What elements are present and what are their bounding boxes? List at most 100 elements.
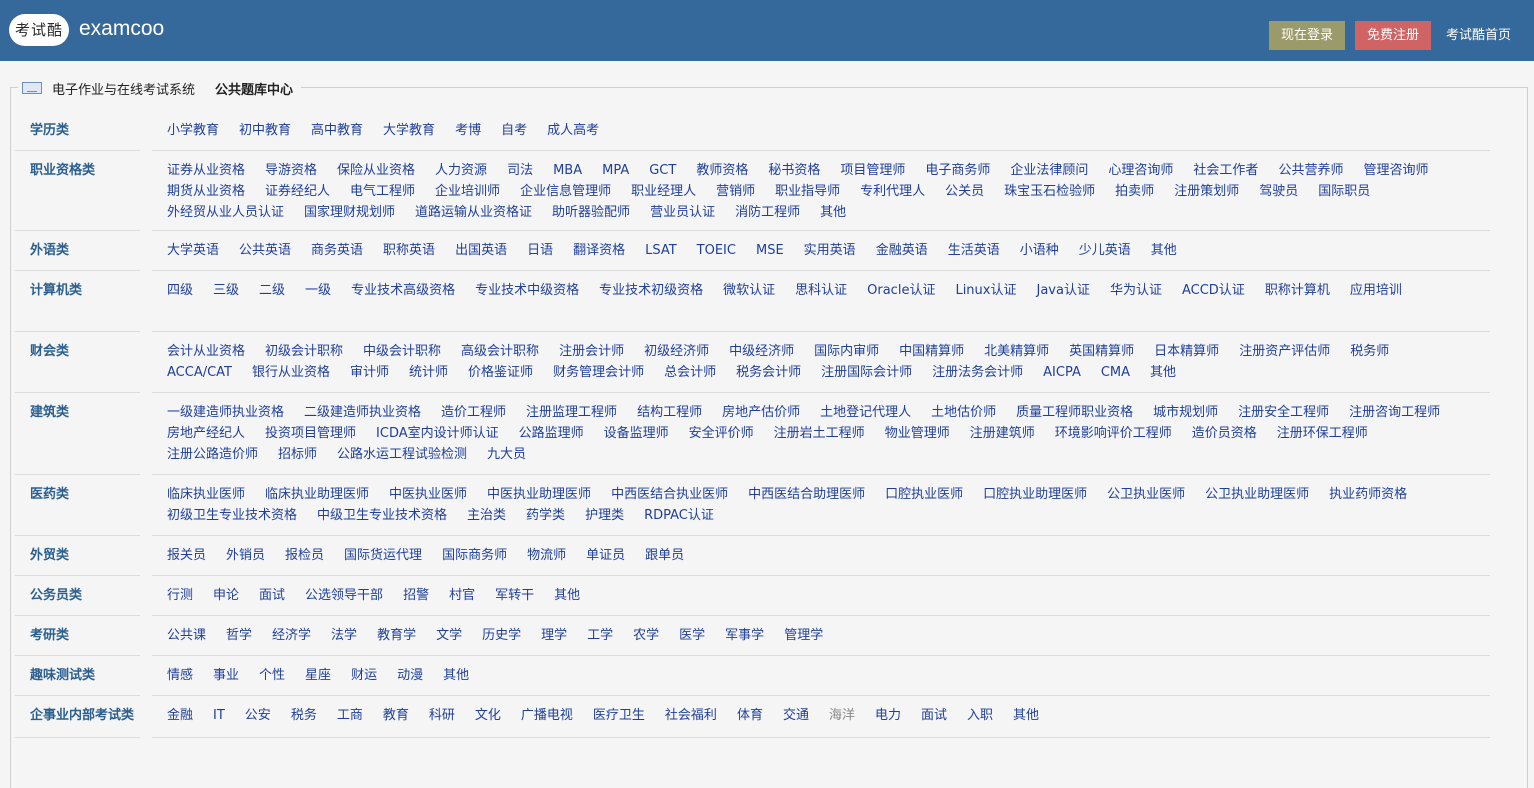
subject-link[interactable]: MPA bbox=[602, 160, 629, 181]
subject-link[interactable]: 安全评价师 bbox=[689, 423, 754, 444]
subject-link[interactable]: 跟单员 bbox=[645, 545, 684, 566]
subject-link[interactable]: 注册安全工程师 bbox=[1238, 402, 1329, 423]
subject-link[interactable]: 出国英语 bbox=[455, 240, 507, 261]
subject-link[interactable]: 电力 bbox=[875, 705, 901, 726]
subject-link[interactable]: 四级 bbox=[167, 280, 193, 301]
subject-link[interactable]: MBA bbox=[553, 160, 582, 181]
register-button[interactable]: 免费注册 bbox=[1355, 21, 1431, 50]
category-name[interactable]: 财会类 bbox=[30, 341, 69, 362]
subject-link[interactable]: 海洋 bbox=[829, 705, 855, 726]
subject-link[interactable]: 注册公路造价师 bbox=[167, 444, 258, 465]
subject-link[interactable]: ACCD认证 bbox=[1182, 280, 1245, 301]
subject-link[interactable]: 税务 bbox=[291, 705, 317, 726]
subject-link[interactable]: 药学类 bbox=[526, 505, 565, 526]
subject-link[interactable]: 专业技术高级资格 bbox=[351, 280, 455, 301]
subject-link[interactable]: 口腔执业医师 bbox=[885, 484, 963, 505]
subject-link[interactable]: 初级会计职称 bbox=[265, 341, 343, 362]
category-name[interactable]: 公务员类 bbox=[30, 585, 82, 606]
subject-link[interactable]: 入职 bbox=[967, 705, 993, 726]
subject-link[interactable]: 应用培训 bbox=[1350, 280, 1402, 301]
subject-link[interactable]: 公卫执业助理医师 bbox=[1205, 484, 1309, 505]
subject-link[interactable]: 事业 bbox=[213, 665, 239, 686]
subject-link[interactable]: 企业信息管理师 bbox=[520, 181, 611, 202]
subject-link[interactable]: 拍卖师 bbox=[1115, 181, 1154, 202]
subject-link[interactable]: 注册会计师 bbox=[559, 341, 624, 362]
subject-link[interactable]: 教师资格 bbox=[696, 160, 748, 181]
subject-link[interactable]: 管理学 bbox=[784, 625, 823, 646]
subject-link[interactable]: 造价工程师 bbox=[441, 402, 506, 423]
subject-link[interactable]: 财务管理会计师 bbox=[553, 362, 644, 383]
subject-link[interactable]: 珠宝玉石检验师 bbox=[1004, 181, 1095, 202]
subject-link[interactable]: 设备监理师 bbox=[604, 423, 669, 444]
subject-link[interactable]: 执业药师资格 bbox=[1329, 484, 1407, 505]
subject-link[interactable]: 军转干 bbox=[495, 585, 534, 606]
subject-link[interactable]: 金融 bbox=[167, 705, 193, 726]
category-name[interactable]: 学历类 bbox=[30, 120, 69, 141]
subject-link[interactable]: 华为认证 bbox=[1110, 280, 1162, 301]
subject-link[interactable]: 一级建造师执业资格 bbox=[167, 402, 284, 423]
category-name[interactable]: 外贸类 bbox=[30, 545, 69, 566]
subject-link[interactable]: 环境影响评价工程师 bbox=[1055, 423, 1172, 444]
subject-link[interactable]: 一级 bbox=[305, 280, 331, 301]
subject-link[interactable]: 项目管理师 bbox=[840, 160, 905, 181]
subject-link[interactable]: 营销师 bbox=[716, 181, 755, 202]
subject-link[interactable]: 面试 bbox=[259, 585, 285, 606]
subject-link[interactable]: 电子商务师 bbox=[925, 160, 990, 181]
subject-link[interactable]: 临床执业医师 bbox=[167, 484, 245, 505]
subject-link[interactable]: 统计师 bbox=[409, 362, 448, 383]
subject-link[interactable]: 注册资产评估师 bbox=[1239, 341, 1330, 362]
subject-link[interactable]: 其他 bbox=[820, 202, 846, 223]
subject-link[interactable]: 会计从业资格 bbox=[167, 341, 245, 362]
subject-link[interactable]: 九大员 bbox=[487, 444, 526, 465]
category-name[interactable]: 医药类 bbox=[30, 484, 69, 505]
subject-link[interactable]: 城市规划师 bbox=[1153, 402, 1218, 423]
subject-link[interactable]: 交通 bbox=[783, 705, 809, 726]
subject-link[interactable]: 中医执业医师 bbox=[389, 484, 467, 505]
subject-link[interactable]: 体育 bbox=[737, 705, 763, 726]
subject-link[interactable]: 文学 bbox=[436, 625, 462, 646]
subject-link[interactable]: 商务英语 bbox=[311, 240, 363, 261]
subject-link[interactable]: 驾驶员 bbox=[1259, 181, 1298, 202]
subject-link[interactable]: 质量工程师职业资格 bbox=[1016, 402, 1133, 423]
subject-link[interactable]: 自考 bbox=[501, 120, 527, 141]
subject-link[interactable]: 小学教育 bbox=[167, 120, 219, 141]
subject-link[interactable]: 个性 bbox=[259, 665, 285, 686]
subject-link[interactable]: 动漫 bbox=[397, 665, 423, 686]
subject-link[interactable]: ICDA室内设计师认证 bbox=[376, 423, 499, 444]
subject-link[interactable]: 理学 bbox=[541, 625, 567, 646]
subject-link[interactable]: 注册咨询工程师 bbox=[1349, 402, 1440, 423]
category-name[interactable]: 外语类 bbox=[30, 240, 69, 261]
subject-link[interactable]: 社会福利 bbox=[665, 705, 717, 726]
subject-link[interactable]: 村官 bbox=[449, 585, 475, 606]
subject-link[interactable]: 国际货运代理 bbox=[344, 545, 422, 566]
subject-link[interactable]: 导游资格 bbox=[265, 160, 317, 181]
subject-link[interactable]: 结构工程师 bbox=[637, 402, 702, 423]
subject-link[interactable]: 财运 bbox=[351, 665, 377, 686]
category-name[interactable]: 企事业内部考试类 bbox=[30, 705, 134, 726]
subject-link[interactable]: 生活英语 bbox=[948, 240, 1000, 261]
subject-link[interactable]: 中级会计职称 bbox=[363, 341, 441, 362]
subject-link[interactable]: 教育学 bbox=[377, 625, 416, 646]
subject-link[interactable]: 大学英语 bbox=[167, 240, 219, 261]
subject-link[interactable]: 中级经济师 bbox=[729, 341, 794, 362]
subject-link[interactable]: 公共课 bbox=[167, 625, 206, 646]
subject-link[interactable]: 消防工程师 bbox=[735, 202, 800, 223]
subject-link[interactable]: 招警 bbox=[403, 585, 429, 606]
subject-link[interactable]: AICPA bbox=[1043, 362, 1081, 383]
subject-link[interactable]: 经济学 bbox=[272, 625, 311, 646]
subject-link[interactable]: 日语 bbox=[527, 240, 553, 261]
subject-link[interactable]: 行测 bbox=[167, 585, 193, 606]
subject-link[interactable]: 电气工程师 bbox=[350, 181, 415, 202]
system-link[interactable]: 电子作业与在线考试系统 bbox=[52, 79, 195, 98]
subject-link[interactable]: 面试 bbox=[921, 705, 947, 726]
subject-link[interactable]: 公选领导干部 bbox=[305, 585, 383, 606]
subject-link[interactable]: 职业经理人 bbox=[631, 181, 696, 202]
subject-link[interactable]: 科研 bbox=[429, 705, 455, 726]
subject-link[interactable]: 房地产经纪人 bbox=[167, 423, 245, 444]
subject-link[interactable]: 其他 bbox=[443, 665, 469, 686]
subject-link[interactable]: 注册国际会计师 bbox=[821, 362, 912, 383]
subject-link[interactable]: 司法 bbox=[507, 160, 533, 181]
subject-link[interactable]: 公路监理师 bbox=[519, 423, 584, 444]
subject-link[interactable]: 农学 bbox=[633, 625, 659, 646]
subject-link[interactable]: 文化 bbox=[475, 705, 501, 726]
